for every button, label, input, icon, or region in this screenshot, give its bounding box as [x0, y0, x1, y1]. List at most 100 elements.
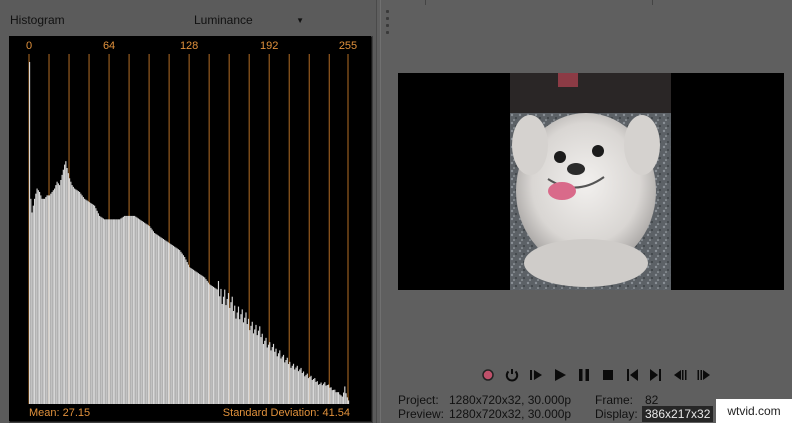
histogram-bar — [271, 347, 273, 404]
loop-button[interactable] — [500, 366, 524, 384]
histogram-bar — [54, 188, 56, 404]
video-preview — [398, 73, 784, 290]
histogram-bar — [104, 219, 106, 404]
histogram-bar — [256, 335, 258, 404]
panel-title: Histogram — [10, 13, 65, 27]
play-button[interactable] — [548, 366, 572, 384]
histogram-bar — [261, 333, 263, 404]
histogram-bar — [101, 217, 103, 404]
histogram-bar — [81, 195, 83, 404]
next-frame-icon — [697, 370, 710, 380]
panel-divider-highlight[interactable] — [380, 0, 381, 423]
histogram-bar — [99, 215, 101, 404]
histogram-bar — [79, 191, 81, 404]
histogram-bar — [29, 62, 31, 404]
histogram-bar — [215, 288, 217, 404]
histogram-bar — [312, 378, 315, 404]
histogram-bar — [35, 193, 37, 404]
histogram-bar — [96, 210, 98, 404]
histogram-bar — [316, 381, 318, 404]
drag-handle-icon[interactable] — [386, 10, 390, 40]
histogram-bar — [204, 277, 206, 404]
histogram-bar — [49, 195, 51, 404]
histogram-bar — [284, 362, 286, 404]
histogram-bar — [302, 371, 305, 404]
histogram-bar — [257, 330, 260, 404]
histogram-bar — [202, 276, 205, 404]
histogram-bar — [180, 251, 182, 404]
histogram-bar — [239, 319, 241, 404]
histogram-mode-select[interactable]: Luminance ▼ — [194, 13, 308, 29]
play-icon — [555, 369, 566, 381]
histogram-bar — [346, 397, 348, 404]
record-button[interactable] — [476, 366, 500, 384]
histogram-bar — [34, 198, 36, 404]
loop-icon — [505, 369, 519, 382]
histogram-bar — [131, 215, 133, 404]
histogram-bar — [112, 219, 114, 404]
histogram-bar — [89, 202, 91, 404]
histogram-bar — [325, 385, 327, 404]
histogram-bar — [192, 269, 195, 404]
histogram-bar — [86, 200, 88, 404]
histogram-bar — [41, 198, 43, 404]
histogram-bar — [270, 350, 272, 404]
histogram-bar — [207, 282, 210, 404]
histogram-bar — [84, 198, 86, 404]
histogram-tick-label: 128 — [180, 40, 198, 52]
histogram-bar — [275, 348, 277, 404]
histogram-bar — [212, 286, 215, 404]
histogram-bar — [321, 385, 323, 404]
histogram-bar — [102, 218, 104, 404]
histogram-bar — [85, 199, 87, 404]
histogram-bar — [150, 227, 152, 404]
histogram-bar — [31, 212, 33, 404]
histogram-bar — [237, 306, 240, 404]
histogram-bar — [177, 249, 180, 404]
histogram-bar — [117, 219, 119, 404]
histogram-bar — [155, 233, 157, 404]
histogram-bar — [319, 384, 321, 404]
histogram-bar — [307, 378, 310, 404]
histogram-bar — [77, 191, 79, 404]
frame-label: Frame: — [595, 393, 634, 407]
histogram-bar — [232, 310, 235, 404]
histogram-bar — [154, 233, 156, 404]
histogram-tick-label: 192 — [260, 40, 278, 52]
histogram-bar — [156, 234, 158, 404]
histogram-bar — [94, 205, 96, 404]
histogram-bar — [44, 198, 46, 404]
go-to-start-button[interactable] — [620, 366, 644, 384]
histogram-bar — [92, 204, 94, 404]
histogram-bar — [297, 371, 300, 404]
pause-button[interactable] — [572, 366, 596, 384]
previous-frame-icon — [674, 370, 687, 380]
histogram-bar — [185, 259, 187, 404]
histogram-bar — [265, 337, 267, 404]
record-icon — [482, 369, 494, 381]
mode-select-value: Luminance — [194, 13, 253, 27]
histogram-bar — [337, 392, 340, 404]
play-from-start-button[interactable] — [524, 366, 548, 384]
histogram-bar — [162, 238, 165, 404]
histogram-bar — [219, 296, 221, 404]
next-frame-button[interactable] — [692, 366, 716, 384]
histogram-bar — [71, 185, 73, 404]
previous-frame-button[interactable] — [668, 366, 692, 384]
histogram-bar — [119, 219, 121, 404]
histogram-bar — [291, 365, 293, 404]
histogram-bar — [230, 302, 232, 404]
histogram-bar — [280, 358, 282, 404]
histogram-mean-label: Mean: 27.15 — [29, 407, 90, 419]
histogram-bar — [341, 396, 343, 404]
histogram-std-label: Standard Deviation: 41.54 — [223, 407, 350, 419]
histogram-bar — [52, 190, 54, 404]
histogram-bar — [124, 215, 126, 404]
histogram-bar — [171, 244, 173, 404]
go-to-end-button[interactable] — [644, 366, 668, 384]
histogram-bar — [211, 286, 213, 404]
histogram-bar — [301, 372, 303, 404]
stop-button[interactable] — [596, 366, 620, 384]
preview-image — [510, 73, 671, 290]
histogram-bar — [269, 342, 271, 404]
